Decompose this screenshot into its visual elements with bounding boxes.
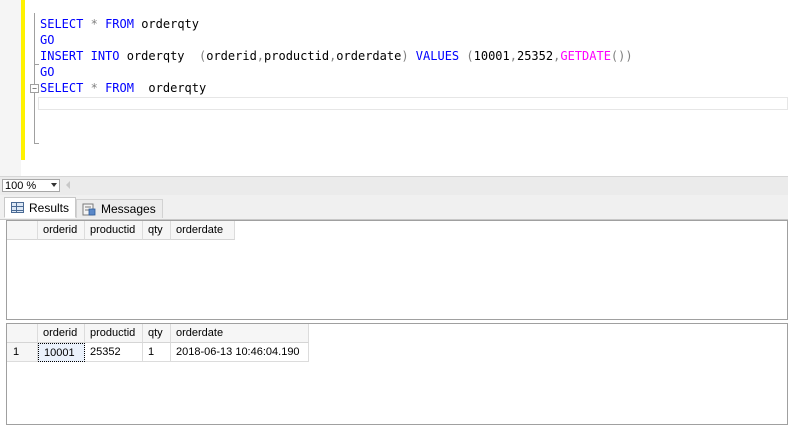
grid-header-row: orderid productid qty orderdate: [7, 324, 309, 343]
tab-results-label: Results: [29, 201, 70, 215]
column-header-orderid[interactable]: orderid: [38, 324, 85, 343]
cell-orderdate[interactable]: 2018-06-13 10:46:04.190: [171, 343, 309, 362]
grid-header-row: orderid productid qty orderdate: [7, 221, 235, 240]
code-token: FROM: [105, 81, 134, 95]
outline-tick: [34, 64, 39, 65]
dropdown-arrow-icon: [51, 183, 57, 187]
cell-productid[interactable]: 25352: [85, 343, 143, 362]
zoom-value: 100 %: [5, 180, 37, 192]
collapse-toggle-icon[interactable]: −: [30, 84, 39, 93]
code-token: 25352: [516, 49, 554, 63]
code-token: SELECT: [40, 81, 84, 95]
row-header-corner[interactable]: [7, 221, 38, 240]
column-header-qty[interactable]: qty: [143, 221, 171, 240]
code-token: orderqty: [133, 81, 207, 95]
code-token: SELECT: [40, 17, 84, 31]
tab-messages-label: Messages: [101, 202, 156, 216]
code-line[interactable]: SELECT * FROM orderqty: [40, 16, 633, 32]
code-token: *: [90, 81, 98, 95]
column-header-orderid[interactable]: orderid: [38, 221, 85, 240]
zoom-dropdown[interactable]: 100 %: [2, 179, 60, 192]
result-grid-2[interactable]: orderid productid qty orderdate 1 10001 …: [6, 323, 788, 425]
column-header-productid[interactable]: productid: [85, 221, 143, 240]
column-header-productid[interactable]: productid: [85, 324, 143, 343]
code-token: GO: [40, 65, 55, 79]
code-token: orderid: [206, 49, 257, 63]
code-token: orderqty: [133, 17, 199, 31]
change-tracking-bar: [21, 0, 25, 160]
code-line[interactable]: SELECT * FROM orderqty: [40, 80, 633, 96]
row-header-corner[interactable]: [7, 324, 38, 343]
editor-margin: [0, 0, 21, 176]
code-token: ,: [509, 49, 517, 63]
sql-code[interactable]: SELECT * FROM orderqty GO INSERT INTO orde…: [40, 16, 633, 96]
code-token: *: [90, 17, 98, 31]
code-token: GO: [40, 33, 55, 47]
result-grid-1[interactable]: orderid productid qty orderdate: [6, 220, 788, 320]
code-token: ,: [256, 49, 265, 63]
query-editor[interactable]: − SELECT * FROM orderqty GO INSERT INTO or…: [0, 0, 788, 176]
code-line[interactable]: GO: [40, 32, 633, 48]
code-token: orderqty: [119, 49, 199, 63]
cell-orderid[interactable]: 10001: [38, 343, 85, 362]
code-line[interactable]: INSERT INTO orderqty (orderid,productid,…: [40, 48, 633, 64]
code-token: INTO: [90, 49, 120, 63]
code-token: ): [401, 49, 409, 63]
zoom-bar: 100 %: [0, 176, 788, 195]
code-token: productid: [264, 49, 330, 63]
code-token: (: [466, 49, 474, 63]
column-header-orderdate[interactable]: orderdate: [171, 324, 309, 343]
scroll-left-arrow-icon[interactable]: [66, 181, 70, 189]
code-line[interactable]: GO: [40, 64, 633, 80]
cell-qty[interactable]: 1: [143, 343, 171, 362]
current-line-highlight: [38, 97, 788, 110]
tab-messages[interactable]: Messages: [76, 199, 163, 218]
code-token: GETDATE: [560, 49, 611, 63]
column-header-orderdate[interactable]: orderdate: [171, 221, 235, 240]
code-token: 10001: [473, 49, 510, 63]
outline-guide: [34, 13, 35, 144]
row-number[interactable]: 1: [7, 343, 38, 362]
code-token: ()): [610, 49, 633, 63]
outline-tick: [34, 143, 39, 144]
code-token: INSERT: [40, 49, 84, 63]
tab-results[interactable]: Results: [4, 197, 77, 218]
grid-icon: [11, 202, 24, 213]
code-token: FROM: [105, 17, 134, 31]
code-token: VALUES: [415, 49, 460, 63]
messages-icon: [82, 203, 96, 216]
results-tabstrip: Results Messages: [0, 195, 788, 220]
table-row[interactable]: 1 10001 25352 1 2018-06-13 10:46:04.190: [7, 343, 309, 362]
column-header-qty[interactable]: qty: [143, 324, 171, 343]
code-token: orderdate: [336, 49, 402, 63]
